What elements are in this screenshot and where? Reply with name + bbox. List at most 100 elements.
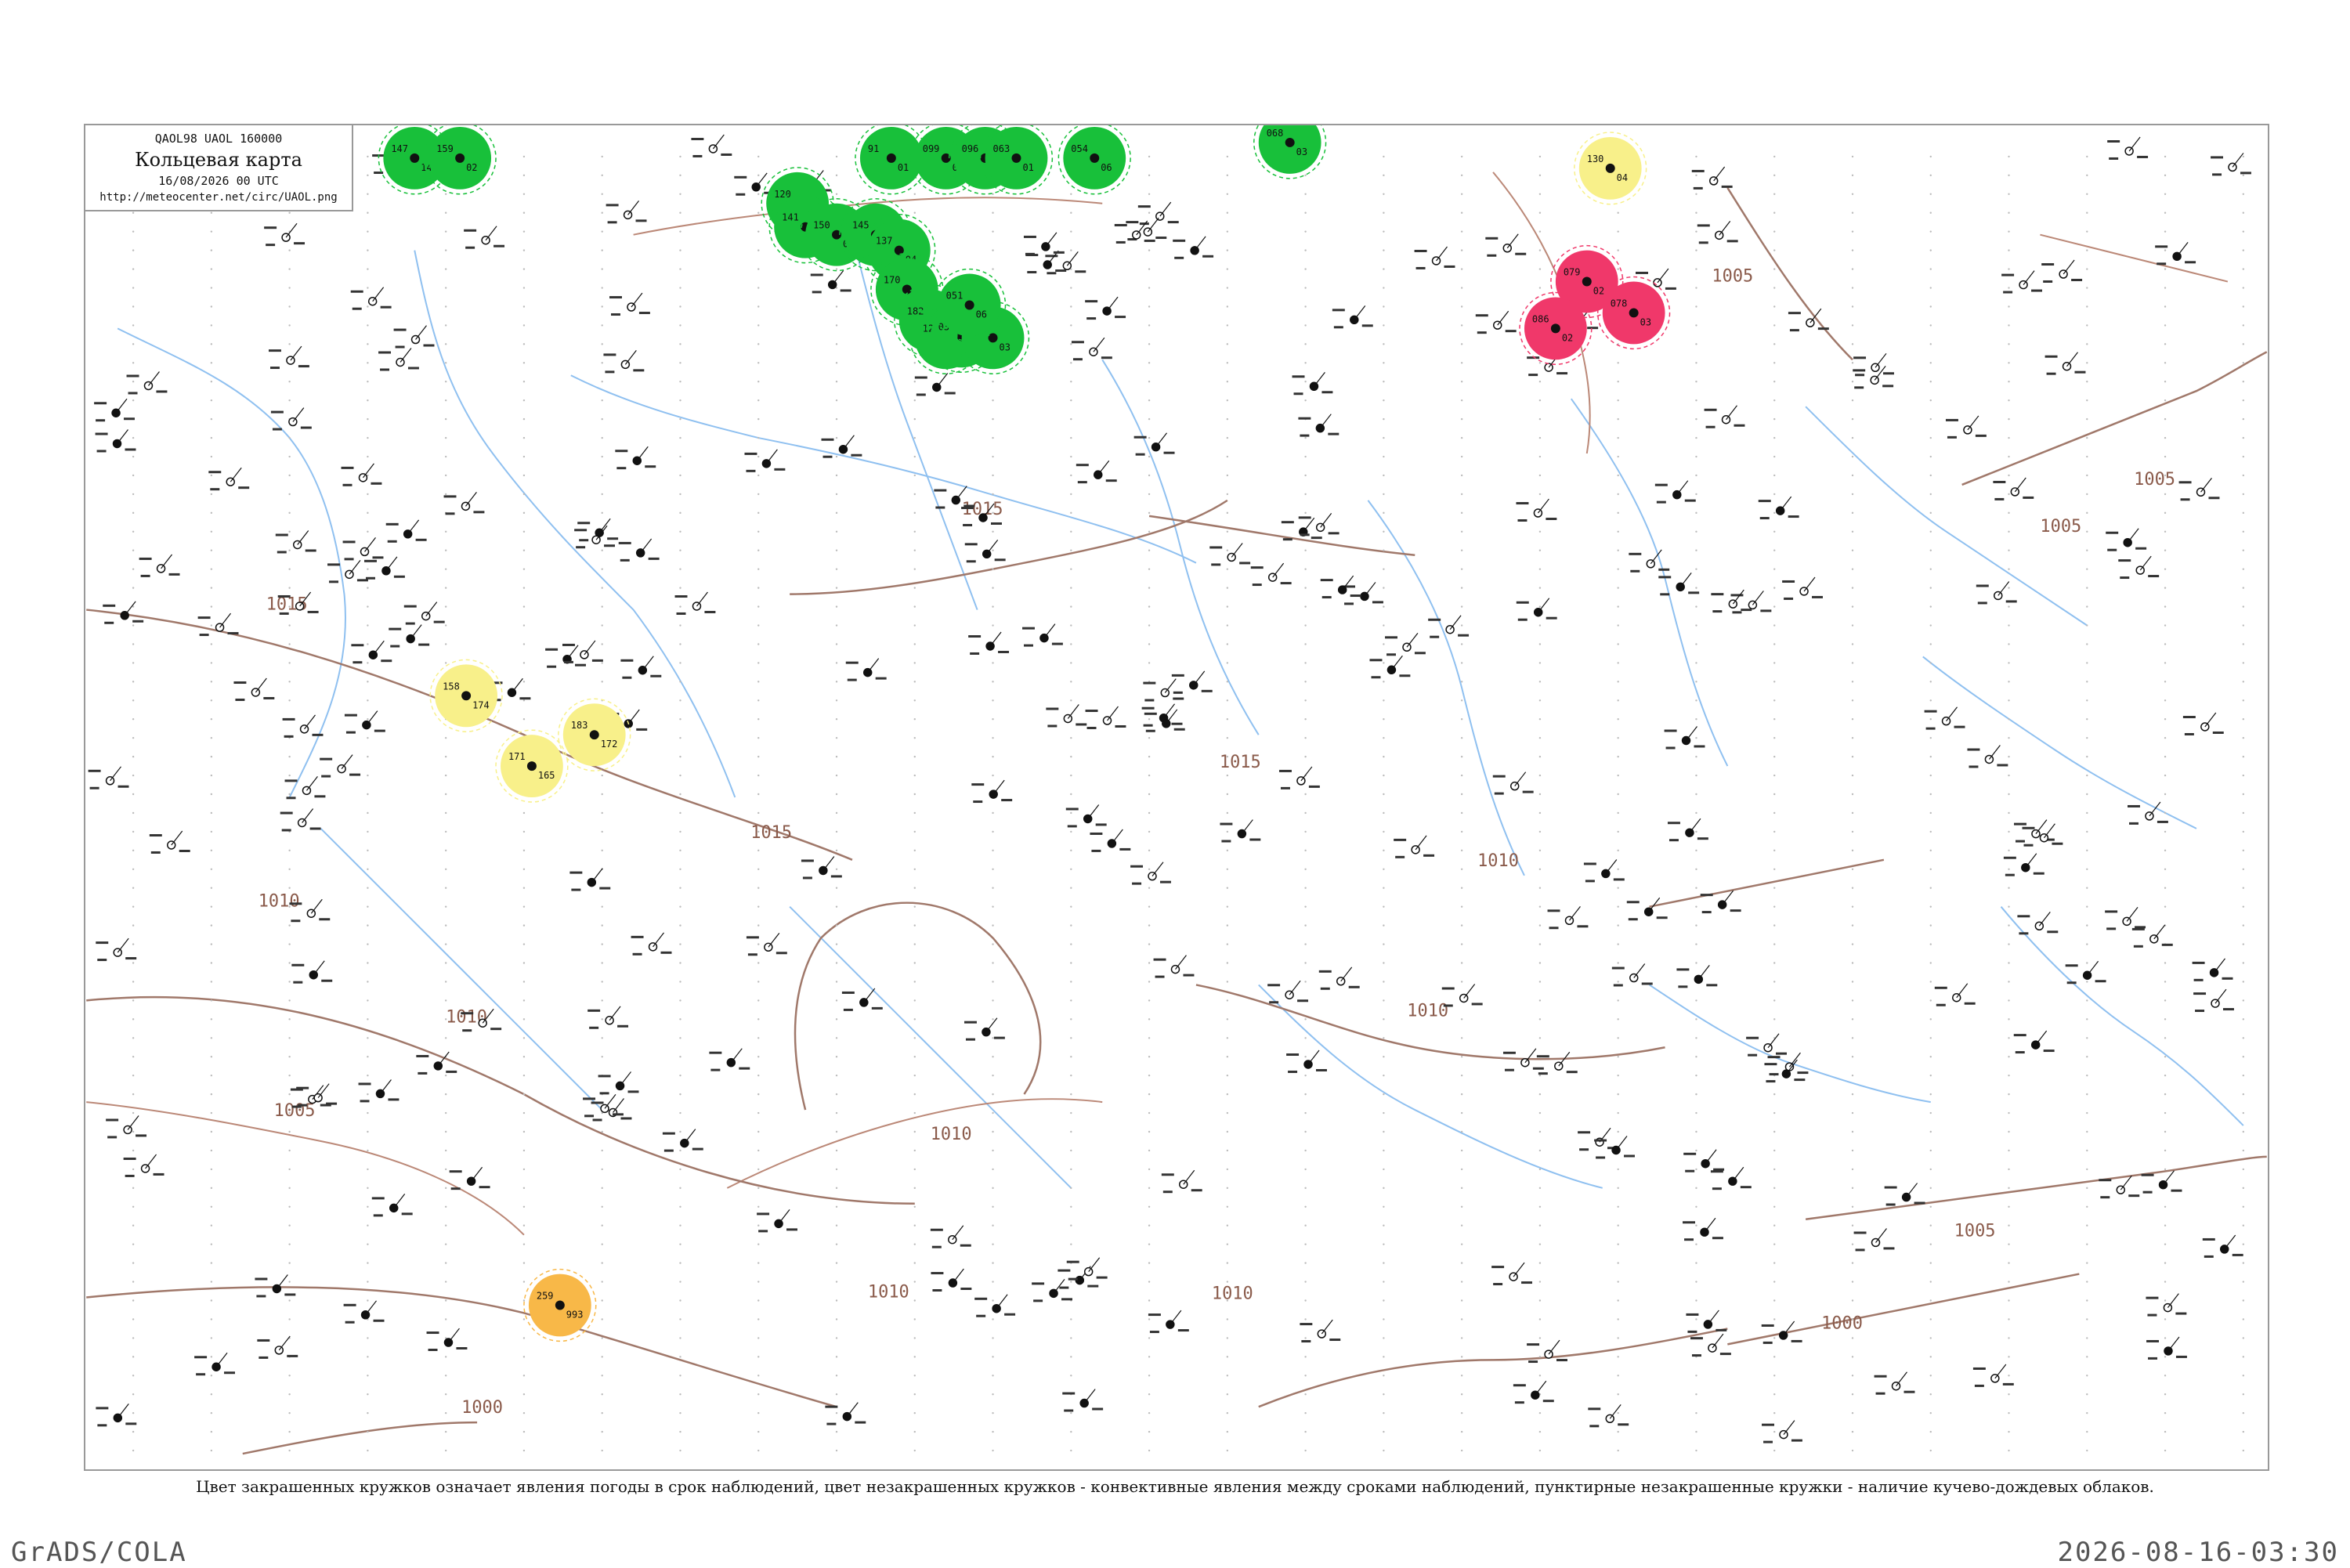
grid-dot: [1773, 1187, 1776, 1190]
grid-dot: [2242, 699, 2245, 702]
wind-barb: [171, 830, 183, 846]
grid-dot: [992, 662, 994, 664]
grid-dot: [1851, 830, 1854, 833]
grid-dot: [288, 1149, 291, 1152]
data-glyph: [1077, 481, 1087, 484]
grid-dot: [1929, 1093, 1932, 1096]
grid-dot: [1538, 399, 1542, 402]
grid-dot: [2086, 1393, 2088, 1396]
grid-dot: [367, 755, 369, 758]
grid-dot: [1929, 1205, 1932, 1208]
data-glyph: [277, 594, 291, 598]
data-glyph: [1394, 838, 1407, 841]
grid-dot: [1070, 287, 1072, 289]
data-glyph: [224, 1371, 236, 1375]
phenomenon-station-dust: 259993: [523, 1268, 597, 1342]
isobar-labels: 1015 1015 1015 1015 1010 1010 1010 1010 …: [258, 267, 2175, 1418]
grid-dot: [2086, 1111, 2088, 1115]
grid-dot: [1929, 381, 1932, 383]
grid-dot: [2086, 268, 2088, 270]
grid-dot: [132, 381, 135, 383]
station-plot: [257, 1335, 298, 1359]
station-dot: [1653, 278, 1662, 287]
grid-dot: [1226, 1356, 1229, 1358]
grid-dot: [2242, 981, 2245, 983]
grid-dot: [835, 755, 838, 758]
grid-dot: [1460, 174, 1463, 177]
grid-dot: [444, 943, 447, 945]
grid-dot: [1148, 305, 1151, 308]
grid-dot: [1773, 662, 1776, 664]
isobar-1005-ne: [1961, 351, 2268, 486]
station-plot: [1686, 1310, 1727, 1333]
station-plot: [598, 1071, 639, 1095]
grid-dot: [444, 211, 447, 214]
data-glyph: [662, 1132, 675, 1135]
grid-dot: [522, 1187, 526, 1190]
grid-dot: [2164, 868, 2167, 870]
wind-barb: [1514, 771, 1527, 787]
grid-dot: [132, 699, 135, 702]
grid-dot: [288, 981, 291, 983]
data-glyph: [1712, 1187, 1722, 1190]
grid-dot: [1070, 493, 1072, 496]
grid-dot: [210, 699, 213, 702]
wind-barb: [1045, 232, 1058, 247]
grid-dot: [1773, 849, 1776, 852]
grid-dot: [835, 155, 838, 158]
source-url[interactable]: http://meteocenter.net/circ/UAOL.png: [85, 191, 352, 204]
grid-dot: [2242, 736, 2245, 739]
grid-dot: [992, 999, 994, 1002]
grid-dot: [1460, 211, 1463, 214]
grid-dot: [2086, 568, 2088, 570]
station-dot: [1550, 323, 1560, 334]
grid-dot: [757, 943, 760, 945]
grid-dot: [757, 1187, 760, 1190]
data-glyph: [1022, 627, 1035, 630]
grid-dot: [913, 1430, 916, 1433]
grid-dot: [757, 324, 760, 327]
grid-dot: [1226, 1449, 1229, 1452]
grid-dot: [601, 211, 603, 214]
grid-dot: [1383, 981, 1385, 983]
grid-dot: [1773, 511, 1776, 515]
grid-dot: [1148, 830, 1151, 833]
grid-dot: [210, 455, 213, 458]
station-plot: [1076, 460, 1117, 484]
grid-dot: [1929, 436, 1932, 439]
grid-dot: [835, 1205, 838, 1208]
station-value: 172: [601, 739, 618, 750]
grid-dot: [2008, 1111, 2010, 1115]
station-value: 051: [946, 290, 964, 301]
grid-dot: [210, 811, 213, 815]
river: [1367, 500, 1525, 876]
data-glyph: [415, 538, 427, 541]
isobar-1000: [242, 1421, 478, 1455]
grid-dot: [1460, 568, 1463, 570]
station-dot: [461, 691, 472, 701]
grid-dot: [835, 868, 838, 870]
grid-dot: [757, 587, 760, 589]
grid-dot: [132, 549, 135, 551]
grid-dot: [835, 193, 838, 195]
grid-dot: [1226, 811, 1229, 815]
grid-dot: [522, 1262, 526, 1264]
grid-dot: [1070, 999, 1072, 1002]
data-glyph: [1516, 502, 1529, 505]
grid-dot: [444, 399, 447, 402]
grid-dot: [992, 1337, 994, 1339]
grid-dot: [1148, 718, 1151, 721]
grid-dot: [1304, 699, 1307, 702]
grid-dot: [1773, 193, 1776, 195]
grid-dot: [210, 1130, 213, 1133]
grid-dot: [601, 155, 603, 158]
grid-dot: [1773, 811, 1776, 815]
grid-dot: [1773, 736, 1776, 739]
data-glyph: [351, 644, 364, 647]
grid-dot: [1070, 549, 1072, 551]
data-glyph: [227, 632, 239, 635]
data-glyph: [574, 529, 588, 532]
data-glyph: [233, 681, 247, 685]
weather-map[interactable]: 1015 1015 1015 1015 1010 1010 1010 1010 …: [85, 125, 2268, 1469]
data-glyph: [1683, 1221, 1696, 1224]
